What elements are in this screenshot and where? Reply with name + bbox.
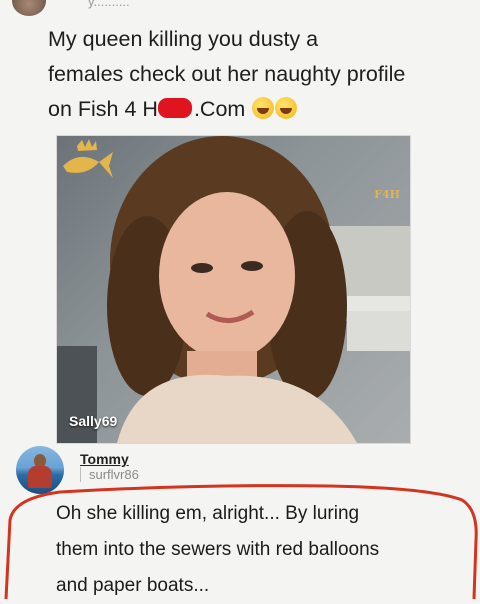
profile-photo[interactable]: F4H Sally69: [56, 135, 411, 444]
avatar-body: [28, 466, 52, 488]
post-line-3-end: .Com: [193, 97, 246, 121]
photo-username-label: Sally69: [69, 413, 118, 429]
red-redaction-mark: [157, 98, 192, 118]
top-post-handle[interactable]: y..........: [88, 0, 130, 9]
laughing-emoji-icon: [252, 97, 275, 119]
reply-avatar[interactable]: [16, 446, 64, 494]
fish-logo-icon: [63, 139, 113, 178]
post-line-3: on Fish 4 H .Com: [48, 92, 468, 127]
reply-author-handle[interactable]: surflvr86: [80, 467, 139, 482]
post-line-3-start: on Fish 4 H: [48, 97, 158, 121]
reply-line-1: Oh she killing em, alright... By luring: [56, 503, 360, 524]
laughing-emoji-icon: [275, 97, 298, 119]
top-post-avatar[interactable]: [12, 0, 46, 16]
reply-author-name[interactable]: Tommy: [80, 451, 129, 467]
post-line-1: My queen killing you dusty a: [48, 27, 319, 51]
reply-text: Oh she killing em, alright... By luring …: [56, 496, 466, 604]
post-line-2: females check out her naughty profile: [48, 62, 406, 86]
reply-line-2: them into the sewers with red balloons: [56, 539, 380, 560]
post-text: My queen killing you dusty a females che…: [48, 22, 468, 127]
watermark-text: F4H: [374, 188, 400, 201]
